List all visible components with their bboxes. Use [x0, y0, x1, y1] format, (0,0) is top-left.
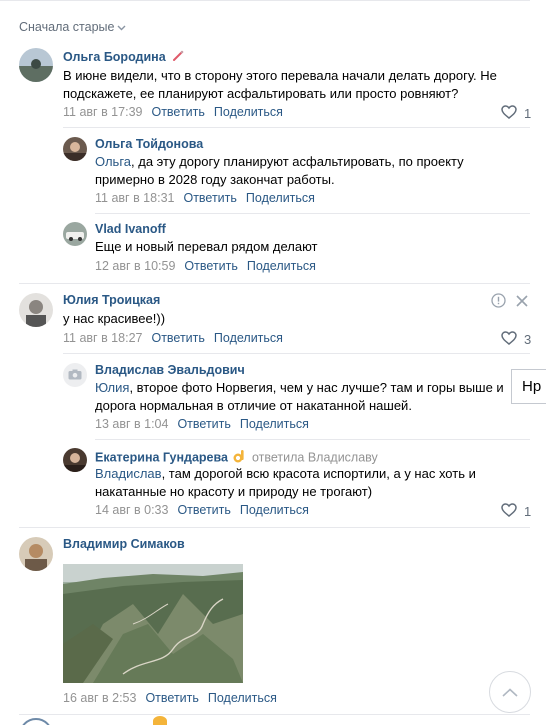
- divider: [95, 213, 530, 214]
- comment-date[interactable]: 16 авг в 2:53: [63, 691, 136, 705]
- share-link[interactable]: Поделиться: [240, 417, 309, 431]
- comment-text: Ольга, да эту дорогу планируют асфальтир…: [95, 154, 464, 187]
- comment-date[interactable]: 13 авг в 1:04: [95, 417, 168, 431]
- comment-date[interactable]: 14 авг в 0:33: [95, 503, 168, 517]
- comment-meta: 11 авг в 17:39 Ответить Поделиться: [63, 105, 283, 119]
- brush-icon: [172, 50, 184, 65]
- emoji-icon: [153, 716, 167, 725]
- comment-text: Юлия, второе фото Норвегия, чем у нас лу…: [95, 380, 504, 413]
- share-link[interactable]: Поделиться: [247, 259, 316, 273]
- comment-text: у нас красивее!)): [63, 311, 166, 326]
- comment-date[interactable]: 11 авг в 18:27: [63, 331, 142, 345]
- scroll-up-button[interactable]: [489, 671, 531, 713]
- comment-meta: 16 авг в 2:53 Ответить Поделиться: [63, 691, 277, 705]
- comment-author[interactable]: Владислав Эвальдович: [95, 363, 245, 377]
- like-button[interactable]: 1: [501, 503, 531, 520]
- avatar[interactable]: [63, 222, 87, 246]
- chevron-up-icon: [502, 685, 518, 700]
- heart-icon: [501, 503, 517, 520]
- reply-link[interactable]: Ответить: [151, 331, 204, 345]
- mention-link[interactable]: Ольга: [95, 154, 131, 169]
- reply-link[interactable]: Ответить: [177, 503, 230, 517]
- divider: [95, 439, 530, 440]
- comment-date[interactable]: 12 авг в 10:59: [95, 259, 175, 273]
- comment-meta: 13 авг в 1:04 Ответить Поделиться: [95, 417, 309, 431]
- tooltip: Нр: [511, 369, 546, 404]
- avatar[interactable]: [19, 48, 53, 82]
- reply-link[interactable]: Ответить: [184, 259, 237, 273]
- top-divider: [0, 0, 530, 1]
- avatar[interactable]: [63, 363, 87, 387]
- divider: [19, 527, 530, 528]
- share-link[interactable]: Поделиться: [208, 691, 277, 705]
- comment-author[interactable]: Vlad Ivanoff: [95, 222, 166, 236]
- reply-link[interactable]: Ответить: [183, 191, 236, 205]
- comment-text: Владислав, там дорогой всю красота испор…: [95, 466, 476, 499]
- attached-photo[interactable]: [63, 564, 243, 683]
- comment-date[interactable]: 11 авг в 18:31: [95, 191, 174, 205]
- avatar[interactable]: [19, 293, 53, 327]
- share-link[interactable]: Поделиться: [214, 105, 283, 119]
- chevron-down-icon: [117, 23, 126, 33]
- like-count: 1: [524, 504, 532, 519]
- reply-link[interactable]: Ответить: [177, 417, 230, 431]
- sort-label: Сначала старые: [19, 20, 115, 34]
- divider: [63, 353, 530, 354]
- comment-author[interactable]: Владимир Симаков: [63, 537, 185, 551]
- avatar[interactable]: [63, 137, 87, 161]
- avatar[interactable]: [19, 537, 53, 571]
- heart-icon: [501, 331, 517, 348]
- comment-author[interactable]: Ольга Тойдонова: [95, 137, 203, 151]
- comment-author[interactable]: Ольга Бородина: [63, 50, 184, 65]
- comment-meta: 11 авг в 18:31 Ответить Поделиться: [95, 191, 315, 205]
- mention-link[interactable]: Владислав: [95, 466, 162, 481]
- avatar[interactable]: [19, 718, 53, 725]
- comment-text: Еще и новый перевал рядом делают: [95, 239, 318, 254]
- reply-link[interactable]: Ответить: [145, 691, 198, 705]
- heart-icon: [501, 105, 517, 122]
- comment-meta: 11 авг в 18:27 Ответить Поделиться: [63, 331, 283, 345]
- mention-link[interactable]: Юлия: [95, 380, 129, 395]
- comment-author[interactable]: Юлия Троицкая: [63, 293, 160, 307]
- divider: [19, 283, 530, 284]
- comment-meta: 14 авг в 0:33 Ответить Поделиться: [95, 503, 309, 517]
- share-link[interactable]: Поделиться: [240, 503, 309, 517]
- comment-meta: 12 авг в 10:59 Ответить Поделиться: [95, 259, 316, 273]
- divider: [63, 127, 530, 128]
- comment-actions: [491, 293, 528, 311]
- divider: [19, 714, 530, 715]
- comment-date[interactable]: 11 авг в 17:39: [63, 105, 142, 119]
- like-count: 3: [524, 332, 532, 347]
- reply-to-label[interactable]: ответила Владиславу: [252, 450, 378, 464]
- comment-text: В июне видели, что в сторону этого перев…: [63, 68, 497, 101]
- avatar[interactable]: [63, 448, 87, 472]
- share-link[interactable]: Поделиться: [214, 331, 283, 345]
- like-button[interactable]: 1: [501, 105, 531, 122]
- like-button[interactable]: 3: [501, 331, 531, 348]
- close-icon[interactable]: [516, 294, 528, 310]
- report-icon[interactable]: [491, 293, 506, 311]
- sort-dropdown[interactable]: Сначала старые: [19, 20, 126, 34]
- share-link[interactable]: Поделиться: [246, 191, 315, 205]
- reply-link[interactable]: Ответить: [151, 105, 204, 119]
- like-count: 1: [524, 106, 532, 121]
- camera-icon: [68, 368, 82, 383]
